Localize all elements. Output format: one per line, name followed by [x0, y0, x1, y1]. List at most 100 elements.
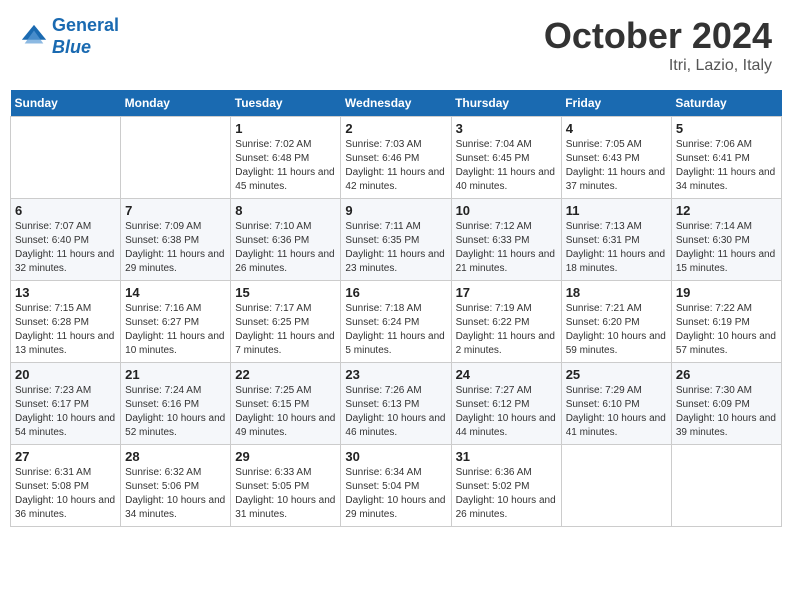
day-number: 24: [456, 367, 557, 382]
calendar-cell: [121, 117, 231, 199]
calendar-cell: 28 Sunrise: 6:32 AMSunset: 5:06 PMDayligh…: [121, 445, 231, 527]
calendar-cell: 3Sunrise: 7:04 AMSunset: 6:45 PMDaylight…: [451, 117, 561, 199]
logo-icon: [20, 23, 48, 51]
calendar-week-row: 27 Sunrise: 6:31 AMSunset: 5:08 PMDayligh…: [11, 445, 782, 527]
calendar-cell: 11 Sunrise: 7:13 AMSunset: 6:31 PMDayligh…: [561, 199, 671, 281]
day-number: 23: [345, 367, 446, 382]
calendar-cell: 26 Sunrise: 7:30 AMSunset: 6:09 PMDayligh…: [671, 363, 781, 445]
day-info: Sunrise: 7:29 AMSunset: 6:10 PMDaylight:…: [566, 384, 667, 440]
title-block: October 2024 Itri, Lazio, Italy: [544, 15, 772, 75]
calendar-cell: 19 Sunrise: 7:22 AMSunset: 6:19 PMDayligh…: [671, 281, 781, 363]
logo-general: General: [52, 15, 119, 35]
day-info: Sunrise: 7:15 AMSunset: 6:28 PMDaylight:…: [15, 302, 116, 358]
day-info: Sunrise: 7:06 AMSunset: 6:41 PMDaylight:…: [676, 138, 777, 194]
day-info: Sunrise: 7:26 AMSunset: 6:13 PMDaylight:…: [345, 384, 446, 440]
day-info: Sunrise: 7:14 AMSunset: 6:30 PMDaylight:…: [676, 220, 777, 276]
day-number: 20: [15, 367, 116, 382]
day-info: Sunrise: 7:18 AMSunset: 6:24 PMDaylight:…: [345, 302, 446, 358]
calendar-cell: 1 Sunrise: 7:02 AMSunset: 6:48 PMDaylight…: [231, 117, 341, 199]
weekday-header-row: SundayMondayTuesdayWednesdayThursdayFrid…: [11, 90, 782, 117]
calendar-cell: 16 Sunrise: 7:18 AMSunset: 6:24 PMDayligh…: [341, 281, 451, 363]
day-number: 14: [125, 285, 226, 300]
calendar-week-row: 6Sunrise: 7:07 AMSunset: 6:40 PMDaylight…: [11, 199, 782, 281]
calendar-cell: 25 Sunrise: 7:29 AMSunset: 6:10 PMDayligh…: [561, 363, 671, 445]
day-number: 16: [345, 285, 446, 300]
calendar-week-row: 13Sunrise: 7:15 AMSunset: 6:28 PMDayligh…: [11, 281, 782, 363]
day-number: 8: [235, 203, 336, 218]
calendar-cell: 15 Sunrise: 7:17 AMSunset: 6:25 PMDayligh…: [231, 281, 341, 363]
day-info: Sunrise: 6:34 AMSunset: 5:04 PMDaylight:…: [345, 466, 446, 522]
day-info: Sunrise: 7:30 AMSunset: 6:09 PMDaylight:…: [676, 384, 777, 440]
day-number: 18: [566, 285, 667, 300]
weekday-header-wednesday: Wednesday: [341, 90, 451, 117]
calendar-cell: 4 Sunrise: 7:05 AMSunset: 6:43 PMDaylight…: [561, 117, 671, 199]
day-info: Sunrise: 7:02 AMSunset: 6:48 PMDaylight:…: [235, 138, 336, 194]
day-info: Sunrise: 6:32 AMSunset: 5:06 PMDaylight:…: [125, 466, 226, 522]
calendar-cell: 30Sunrise: 6:34 AMSunset: 5:04 PMDayligh…: [341, 445, 451, 527]
calendar-cell: 21 Sunrise: 7:24 AMSunset: 6:16 PMDayligh…: [121, 363, 231, 445]
day-number: 4: [566, 121, 667, 136]
calendar-cell: 9 Sunrise: 7:11 AMSunset: 6:35 PMDaylight…: [341, 199, 451, 281]
day-info: Sunrise: 7:24 AMSunset: 6:16 PMDaylight:…: [125, 384, 226, 440]
logo: General Blue: [20, 15, 119, 58]
calendar-cell: 22 Sunrise: 7:25 AMSunset: 6:15 PMDayligh…: [231, 363, 341, 445]
day-info: Sunrise: 7:19 AMSunset: 6:22 PMDaylight:…: [456, 302, 557, 358]
calendar-cell: 10Sunrise: 7:12 AMSunset: 6:33 PMDayligh…: [451, 199, 561, 281]
day-info: Sunrise: 7:17 AMSunset: 6:25 PMDaylight:…: [235, 302, 336, 358]
day-info: Sunrise: 6:31 AMSunset: 5:08 PMDaylight:…: [15, 466, 116, 522]
calendar-cell: 5Sunrise: 7:06 AMSunset: 6:41 PMDaylight…: [671, 117, 781, 199]
calendar-cell: 7 Sunrise: 7:09 AMSunset: 6:38 PMDaylight…: [121, 199, 231, 281]
day-info: Sunrise: 7:03 AMSunset: 6:46 PMDaylight:…: [345, 138, 446, 194]
day-info: Sunrise: 7:11 AMSunset: 6:35 PMDaylight:…: [345, 220, 446, 276]
day-info: Sunrise: 7:25 AMSunset: 6:15 PMDaylight:…: [235, 384, 336, 440]
day-number: 19: [676, 285, 777, 300]
day-number: 22: [235, 367, 336, 382]
day-number: 21: [125, 367, 226, 382]
weekday-header-thursday: Thursday: [451, 90, 561, 117]
calendar-cell: 29 Sunrise: 6:33 AMSunset: 5:05 PMDayligh…: [231, 445, 341, 527]
day-info: Sunrise: 7:21 AMSunset: 6:20 PMDaylight:…: [566, 302, 667, 358]
day-info: Sunrise: 7:05 AMSunset: 6:43 PMDaylight:…: [566, 138, 667, 194]
calendar-cell: 24 Sunrise: 7:27 AMSunset: 6:12 PMDayligh…: [451, 363, 561, 445]
day-number: 9: [345, 203, 446, 218]
weekday-header-tuesday: Tuesday: [231, 90, 341, 117]
day-number: 26: [676, 367, 777, 382]
day-number: 1: [235, 121, 336, 136]
day-info: Sunrise: 7:27 AMSunset: 6:12 PMDaylight:…: [456, 384, 557, 440]
calendar-cell: 8Sunrise: 7:10 AMSunset: 6:36 PMDaylight…: [231, 199, 341, 281]
calendar-cell: 17Sunrise: 7:19 AMSunset: 6:22 PMDayligh…: [451, 281, 561, 363]
calendar-cell: 20Sunrise: 7:23 AMSunset: 6:17 PMDayligh…: [11, 363, 121, 445]
weekday-header-saturday: Saturday: [671, 90, 781, 117]
day-number: 25: [566, 367, 667, 382]
day-number: 28: [125, 449, 226, 464]
weekday-header-monday: Monday: [121, 90, 231, 117]
calendar-week-row: 20Sunrise: 7:23 AMSunset: 6:17 PMDayligh…: [11, 363, 782, 445]
calendar-cell: [561, 445, 671, 527]
day-number: 2: [345, 121, 446, 136]
calendar-cell: 23 Sunrise: 7:26 AMSunset: 6:13 PMDayligh…: [341, 363, 451, 445]
day-number: 27: [15, 449, 116, 464]
day-number: 12: [676, 203, 777, 218]
calendar-cell: 12 Sunrise: 7:14 AMSunset: 6:30 PMDayligh…: [671, 199, 781, 281]
page-header: General Blue October 2024 Itri, Lazio, I…: [10, 10, 782, 80]
day-info: Sunrise: 7:16 AMSunset: 6:27 PMDaylight:…: [125, 302, 226, 358]
calendar-week-row: 1 Sunrise: 7:02 AMSunset: 6:48 PMDaylight…: [11, 117, 782, 199]
calendar-cell: [671, 445, 781, 527]
day-info: Sunrise: 7:22 AMSunset: 6:19 PMDaylight:…: [676, 302, 777, 358]
day-number: 29: [235, 449, 336, 464]
calendar-cell: [11, 117, 121, 199]
day-number: 15: [235, 285, 336, 300]
calendar-cell: 2 Sunrise: 7:03 AMSunset: 6:46 PMDaylight…: [341, 117, 451, 199]
month-title: October 2024: [544, 15, 772, 57]
day-info: Sunrise: 6:33 AMSunset: 5:05 PMDaylight:…: [235, 466, 336, 522]
day-info: Sunrise: 7:09 AMSunset: 6:38 PMDaylight:…: [125, 220, 226, 276]
day-number: 11: [566, 203, 667, 218]
day-number: 7: [125, 203, 226, 218]
day-info: Sunrise: 7:13 AMSunset: 6:31 PMDaylight:…: [566, 220, 667, 276]
weekday-header-sunday: Sunday: [11, 90, 121, 117]
day-info: Sunrise: 7:12 AMSunset: 6:33 PMDaylight:…: [456, 220, 557, 276]
day-number: 6: [15, 203, 116, 218]
location: Itri, Lazio, Italy: [544, 57, 772, 75]
day-info: Sunrise: 7:04 AMSunset: 6:45 PMDaylight:…: [456, 138, 557, 194]
calendar-cell: 6Sunrise: 7:07 AMSunset: 6:40 PMDaylight…: [11, 199, 121, 281]
